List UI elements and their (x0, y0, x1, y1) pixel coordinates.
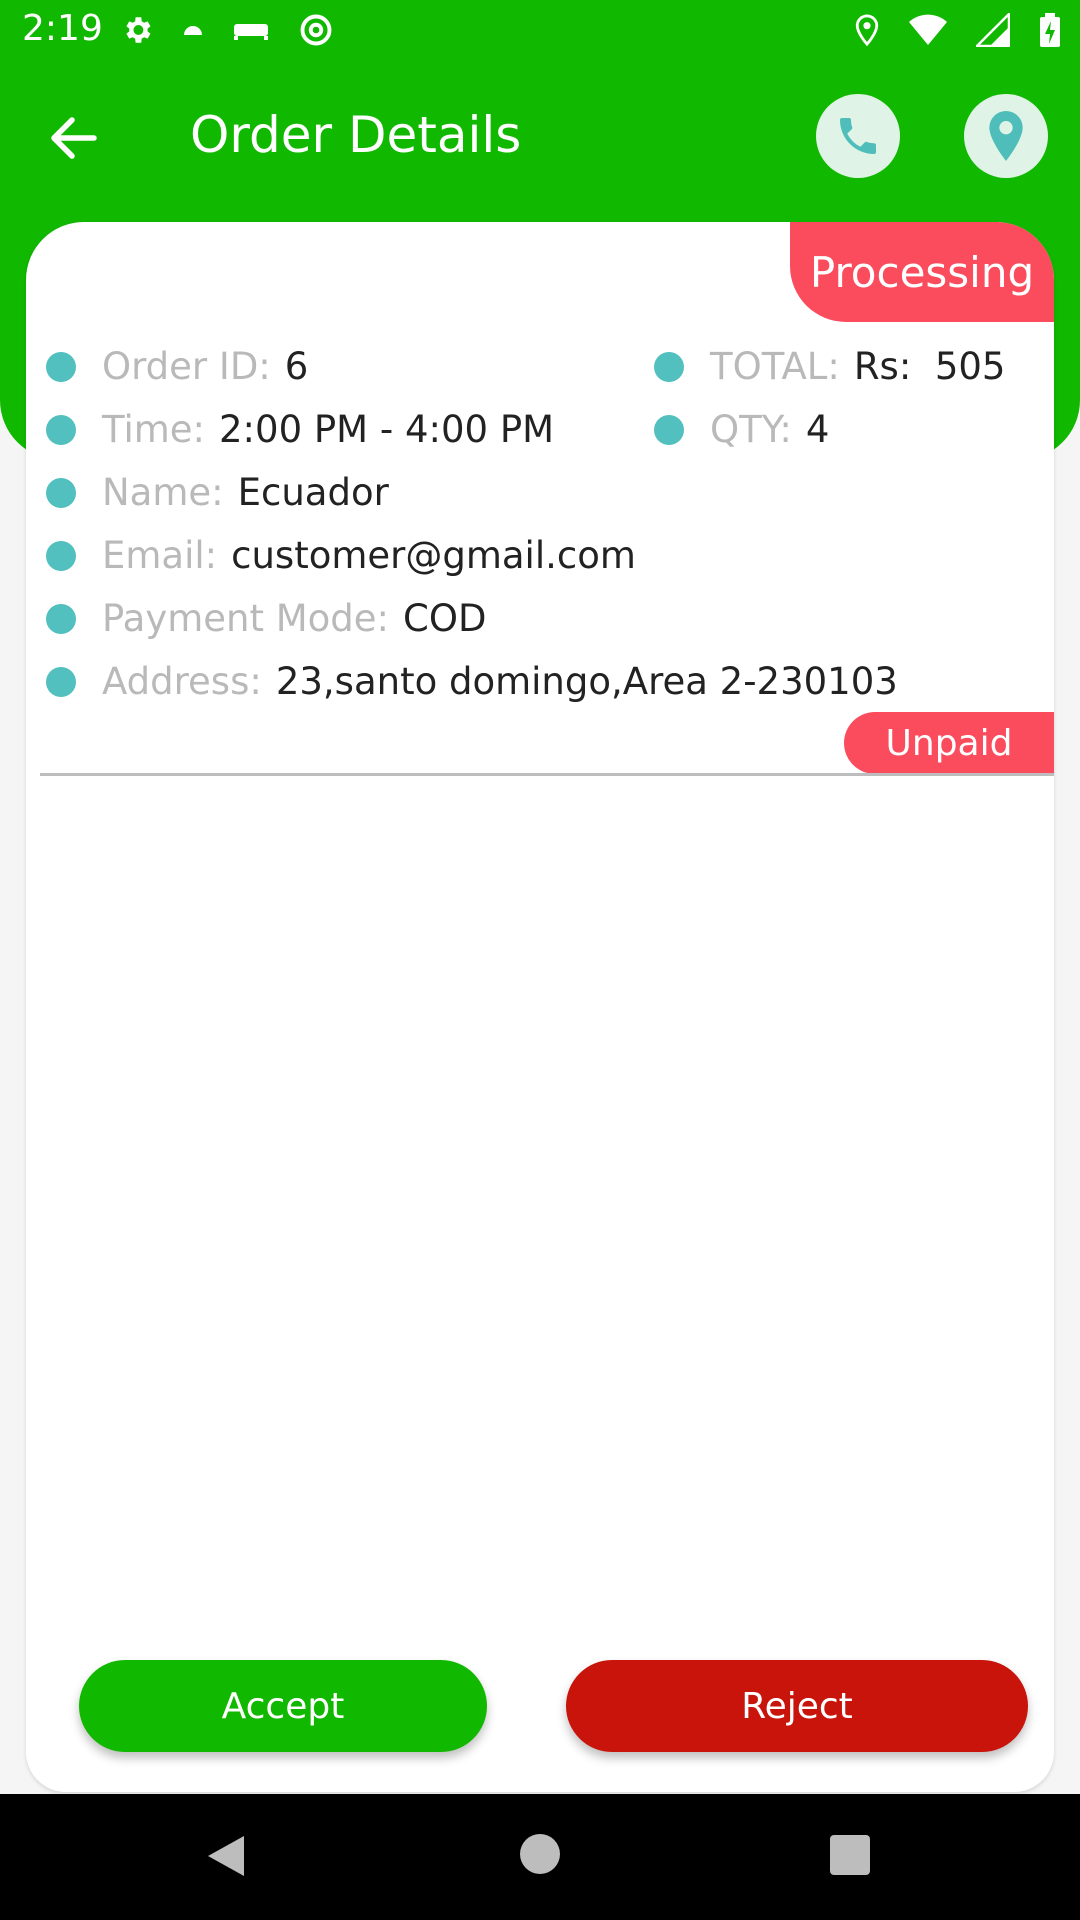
email-value: customer@gmail.com (231, 534, 636, 577)
order-id-label: Order ID: (102, 345, 271, 388)
navigation-bar (0, 1794, 1080, 1920)
order-id-value: 6 (284, 345, 309, 388)
qty-row: QTY: 4 (654, 408, 829, 451)
payment-status-badge: Unpaid (844, 712, 1054, 774)
bullet-dot (46, 603, 76, 634)
address-value: 23,santo domingo,Area 2-230103 (275, 660, 898, 703)
map-pin-icon (989, 111, 1023, 161)
bullet-dot (46, 540, 76, 571)
time-value: 2:00 PM - 4:00 PM (219, 408, 555, 451)
battery-charging-icon (1040, 13, 1060, 47)
status-icons-right (854, 12, 1062, 48)
email-row: Email: customer@gmail.com (46, 534, 636, 577)
phone-icon (840, 118, 876, 154)
location-button[interactable] (964, 94, 1048, 178)
address-row: Address: 23,santo domingo,Area 2-230103 (46, 660, 898, 703)
app-bar: Order Details (0, 62, 1080, 212)
status-icons-left (120, 12, 334, 48)
total-row: TOTAL: Rs: 505 (654, 345, 1005, 388)
bullet-dot (46, 666, 76, 697)
bullet-dot (46, 477, 76, 508)
at-icon (300, 14, 332, 46)
arrow-left-icon (51, 117, 97, 159)
payment-mode-value: COD (403, 597, 487, 640)
time-row: Time: 2:00 PM - 4:00 PM (46, 408, 554, 451)
nav-home-icon[interactable] (520, 1834, 560, 1874)
android-icon (184, 26, 202, 35)
call-button[interactable] (816, 94, 900, 178)
time-label: Time: (102, 408, 206, 451)
total-value: Rs: 505 (853, 345, 1006, 388)
order-card: Processing Order ID: 6 TOTAL: Rs: 505 Ti… (26, 222, 1054, 1792)
name-label: Name: (102, 471, 224, 514)
email-label: Email: (102, 534, 218, 577)
reject-button[interactable]: Reject (566, 1660, 1028, 1752)
qty-value: 4 (805, 408, 830, 451)
address-label: Address: (102, 660, 262, 703)
order-status-badge: Processing (790, 222, 1054, 322)
bed-icon (234, 24, 268, 40)
bullet-dot (654, 351, 684, 382)
location-icon (855, 14, 879, 47)
signal-icon (976, 13, 1010, 47)
divider (40, 773, 1054, 776)
total-label: TOTAL: (710, 345, 840, 388)
status-bar: 2:19 (0, 0, 1080, 62)
status-time: 2:19 (22, 8, 103, 49)
name-row: Name: Ecuador (46, 471, 389, 514)
order-id-row: Order ID: 6 (46, 345, 308, 388)
nav-back-icon[interactable] (206, 1834, 246, 1878)
name-value: Ecuador (237, 471, 389, 514)
payment-mode-label: Payment Mode: (102, 597, 390, 640)
payment-mode-row: Payment Mode: COD (46, 597, 486, 640)
qty-label: QTY: (710, 408, 792, 451)
back-button[interactable] (44, 108, 104, 168)
bullet-dot (46, 414, 76, 445)
bullet-dot (46, 351, 76, 382)
nav-recents-icon[interactable] (830, 1835, 870, 1875)
page-title: Order Details (190, 106, 522, 164)
gear-icon (126, 17, 151, 43)
wifi-icon (909, 14, 947, 45)
accept-button[interactable]: Accept (79, 1660, 487, 1752)
bullet-dot (654, 414, 684, 445)
